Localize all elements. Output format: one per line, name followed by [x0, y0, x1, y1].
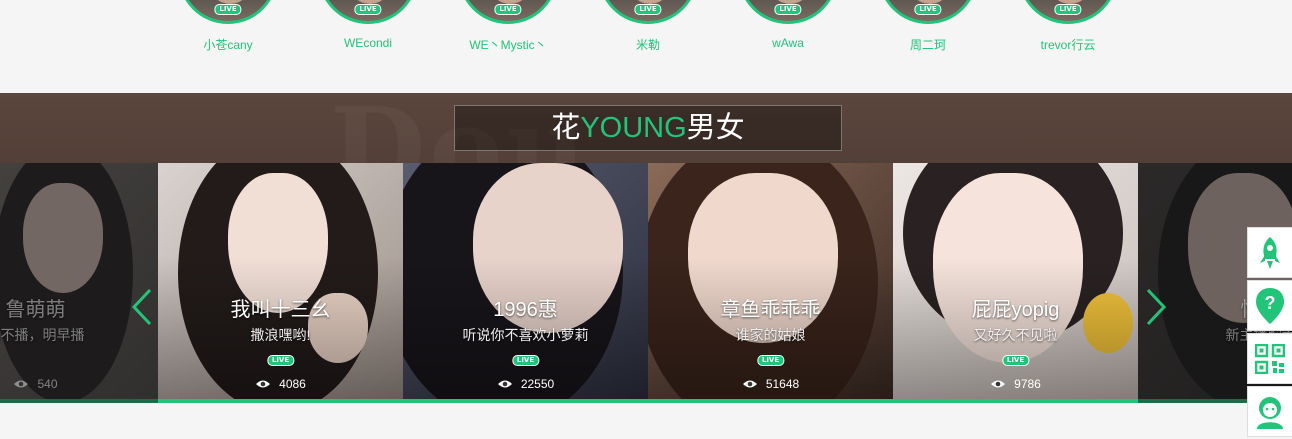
- view-count-value: 9786: [1014, 377, 1041, 391]
- back-to-top-button[interactable]: [1247, 227, 1292, 278]
- anchor-card[interactable]: 屁屁yopig 又好久不见啦 LIVE 9786: [893, 163, 1138, 399]
- anchor-desc: 晚不播，明早播: [0, 327, 85, 343]
- anchor-item[interactable]: LIVE trevor行云: [998, 0, 1138, 53]
- eye-icon: [742, 380, 757, 388]
- anchor-name: 1996惠: [493, 299, 558, 321]
- anchor-name: 章鱼乖乖乖: [720, 299, 821, 321]
- live-badge: LIVE: [354, 4, 382, 15]
- anchor-item[interactable]: LIVE WEcondi: [298, 0, 438, 50]
- carousel-prev-arrow[interactable]: [130, 287, 154, 327]
- anchor-card[interactable]: 鲁萌萌 晚不播，明早播 540: [0, 163, 158, 399]
- help-button[interactable]: ?: [1247, 280, 1292, 331]
- anchor-name[interactable]: WEcondi: [298, 36, 438, 50]
- view-count-value: 51648: [765, 377, 800, 391]
- live-badge: LIVE: [511, 355, 540, 366]
- live-badge: LIVE: [1054, 4, 1082, 15]
- view-count: 9786: [893, 377, 1138, 391]
- eye-icon: [497, 380, 512, 388]
- live-badge: LIVE: [1001, 355, 1030, 366]
- svg-text:?: ?: [1265, 293, 1276, 313]
- view-count: 51648: [648, 377, 893, 391]
- question-icon: ?: [1256, 287, 1284, 324]
- anchor-desc: 又好久不见啦: [973, 327, 1058, 343]
- eye-icon: [14, 380, 29, 388]
- anchor-desc: 听说你不喜欢小萝莉: [462, 327, 589, 343]
- live-badge: LIVE: [494, 4, 522, 15]
- avatar[interactable]: LIVE: [878, 0, 978, 24]
- floating-toolbar: ?: [1247, 227, 1292, 439]
- live-badge: LIVE: [756, 355, 785, 366]
- view-count-value: 4086: [279, 377, 306, 391]
- anchor-item[interactable]: LIVE WE丶Mystic丶: [438, 0, 578, 53]
- avatar[interactable]: LIVE: [1018, 0, 1118, 24]
- live-badge: LIVE: [266, 355, 295, 366]
- anchor-name: 屁屁yopig: [971, 299, 1060, 321]
- anchor-name[interactable]: 小苍cany: [158, 36, 298, 53]
- anchor-name: 我叫十三幺: [230, 299, 331, 321]
- anchor-card[interactable]: 1996惠 听说你不喜欢小萝莉 LIVE 22550: [403, 163, 648, 399]
- anchor-item[interactable]: LIVE 小苍cany: [158, 0, 298, 53]
- anchor-item[interactable]: LIVE 周二珂: [858, 0, 998, 53]
- rocket-icon: [1260, 236, 1280, 269]
- title-suffix: 男女: [686, 112, 745, 144]
- avatar[interactable]: LIVE: [598, 0, 698, 24]
- view-count-value: 540: [37, 377, 58, 391]
- service-icon: [1257, 396, 1283, 429]
- anchor-card[interactable]: 我叫十三幺 撒浪嘿哟! LIVE 4086: [158, 163, 403, 399]
- young-section: Dou 花YOUNG男女 鲁萌萌 晚不播，明早播 540 我叫十三: [0, 93, 1292, 403]
- title-accent: YOUNG: [580, 112, 687, 144]
- avatar[interactable]: LIVE: [458, 0, 558, 24]
- anchor-name[interactable]: WE丶Mystic丶: [438, 36, 578, 53]
- anchor-item[interactable]: LIVE 米勒: [578, 0, 718, 53]
- anchor-name[interactable]: wAwa: [718, 36, 858, 50]
- anchor-card[interactable]: 章鱼乖乖乖 谁家的姑娘 LIVE 51648: [648, 163, 893, 399]
- anchor-desc: 谁家的姑娘: [735, 327, 806, 343]
- title-prefix: 花: [551, 112, 581, 144]
- anchor-name[interactable]: 米勒: [578, 36, 718, 53]
- qrcode-icon: [1255, 343, 1285, 374]
- anchor-item[interactable]: LIVE wAwa: [718, 0, 858, 50]
- anchor-name[interactable]: trevor行云: [998, 36, 1138, 53]
- eye-icon: [256, 380, 271, 388]
- customer-service-button[interactable]: [1247, 386, 1292, 437]
- section-title: 花YOUNG男女: [454, 105, 842, 151]
- anchor-name[interactable]: 周二珂: [858, 36, 998, 53]
- carousel-next-arrow[interactable]: [1144, 287, 1168, 327]
- live-badge: LIVE: [914, 4, 942, 15]
- anchor-carousel: 鲁萌萌 晚不播，明早播 540 我叫十三幺 撒浪嘿哟! LIVE 4086: [0, 163, 1292, 403]
- carousel-progress: [158, 399, 1138, 403]
- view-count-value: 22550: [520, 377, 555, 391]
- avatar[interactable]: LIVE: [738, 0, 838, 24]
- qrcode-button[interactable]: [1247, 333, 1292, 384]
- avatar[interactable]: LIVE: [178, 0, 278, 24]
- live-badge: LIVE: [774, 4, 802, 15]
- anchor-desc: 撒浪嘿哟!: [250, 327, 311, 343]
- live-badge: LIVE: [634, 4, 662, 15]
- view-count: 540: [0, 377, 158, 391]
- view-count: 4086: [158, 377, 403, 391]
- eye-icon: [991, 380, 1006, 388]
- recommended-anchors-strip: LIVE 小苍cany LIVE WEcondi LIVE WE丶Mystic丶…: [0, 0, 1292, 93]
- avatar[interactable]: LIVE: [318, 0, 418, 24]
- view-count: 22550: [403, 377, 648, 391]
- live-badge: LIVE: [214, 4, 242, 15]
